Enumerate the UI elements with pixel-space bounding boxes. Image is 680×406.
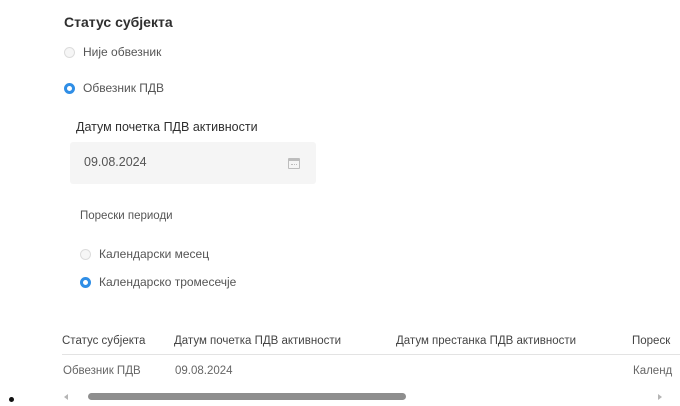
table-cell: Обвезник ПДВ xyxy=(63,365,141,377)
radio-label: Календарско тромесечје xyxy=(99,275,237,289)
radio-circle[interactable] xyxy=(64,46,75,58)
section-title: Статус субјекта xyxy=(64,14,173,30)
radio-calendar-month[interactable]: Календарски месец xyxy=(80,246,209,262)
table-cell: 09.08.2024 xyxy=(175,365,233,377)
table-cell xyxy=(396,355,632,389)
radio-circle-selected[interactable] xyxy=(80,276,91,288)
radio-label: Није обвезник xyxy=(83,45,162,59)
table-header-row: Статус субјекта Датум почетка ПДВ активн… xyxy=(62,326,680,355)
vat-status-table: Статус субјекта Датум почетка ПДВ активн… xyxy=(62,326,680,388)
horizontal-scrollbar[interactable] xyxy=(64,393,680,401)
radio-calendar-quarter[interactable]: Календарско тромесечје xyxy=(80,274,236,290)
radio-circle-selected[interactable] xyxy=(64,82,75,94)
scroll-left-arrow-icon[interactable] xyxy=(64,394,68,400)
radio-vat-liable[interactable]: Обвезник ПДВ xyxy=(64,80,164,96)
column-header[interactable]: Пореск xyxy=(632,326,680,355)
column-header[interactable]: Датум престанка ПДВ активности xyxy=(396,326,632,355)
bullet-dot xyxy=(9,397,14,402)
table-cell: Календ xyxy=(633,365,673,377)
radio-label: Календарски месец xyxy=(99,247,210,261)
tax-periods-label: Порески периоди xyxy=(80,210,173,222)
calendar-icon[interactable] xyxy=(288,158,300,169)
column-header[interactable]: Статус субјекта xyxy=(62,326,174,355)
date-field-label: Датум почетка ПДВ активности xyxy=(76,120,258,134)
date-input[interactable]: 09.08.2024 xyxy=(70,142,316,184)
date-value[interactable]: 09.08.2024 xyxy=(84,155,147,169)
column-header[interactable]: Датум почетка ПДВ активности xyxy=(174,326,396,355)
radio-label: Обвезник ПДВ xyxy=(83,81,165,95)
scrollbar-thumb[interactable] xyxy=(88,393,406,400)
table-row[interactable]: Обвезник ПДВ 09.08.2024 Календ xyxy=(62,355,680,389)
scroll-right-arrow-icon[interactable] xyxy=(658,394,662,400)
radio-circle[interactable] xyxy=(80,248,91,260)
radio-not-liable[interactable]: Није обвезник xyxy=(64,44,161,60)
